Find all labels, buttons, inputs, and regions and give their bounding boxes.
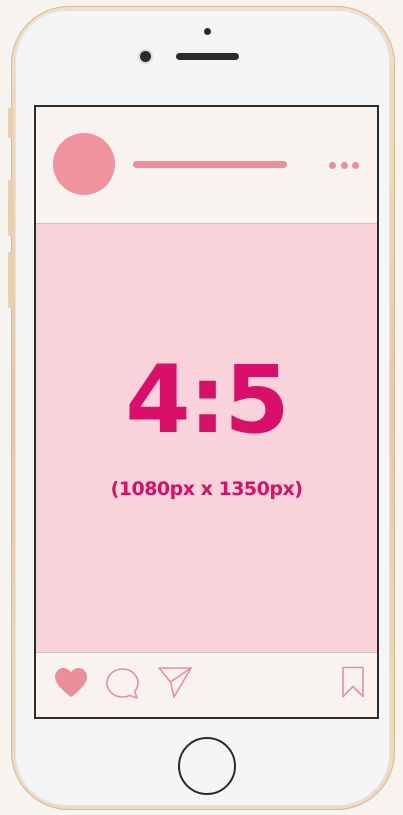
front-camera [140,51,151,62]
phone-screen: 4:5 (1080px x 1350px) [34,105,379,719]
more-dot [352,161,359,169]
post-image[interactable]: 4:5 (1080px x 1350px) [36,224,377,652]
page-background: 4:5 (1080px x 1350px) [0,0,403,815]
avatar[interactable] [53,133,115,195]
more-dot [329,161,336,169]
dimensions-label: (1080px x 1350px) [110,478,303,500]
volume-down-button [8,252,13,308]
username-placeholder[interactable] [133,161,287,168]
earpiece-speaker [176,53,239,60]
home-button[interactable] [178,737,236,795]
comment-icon[interactable] [105,667,140,700]
more-dot [340,161,348,169]
post-actions [36,653,377,717]
bookmark-icon[interactable] [341,666,365,698]
volume-up-button [8,180,13,236]
proximity-sensor [204,28,211,35]
paper-plane-icon[interactable] [157,666,193,699]
aspect-ratio-label: 4:5 [125,346,289,455]
post-header [36,107,377,223]
more-options-icon[interactable] [329,159,359,171]
side-switch [8,108,13,138]
heart-icon[interactable] [54,667,88,698]
